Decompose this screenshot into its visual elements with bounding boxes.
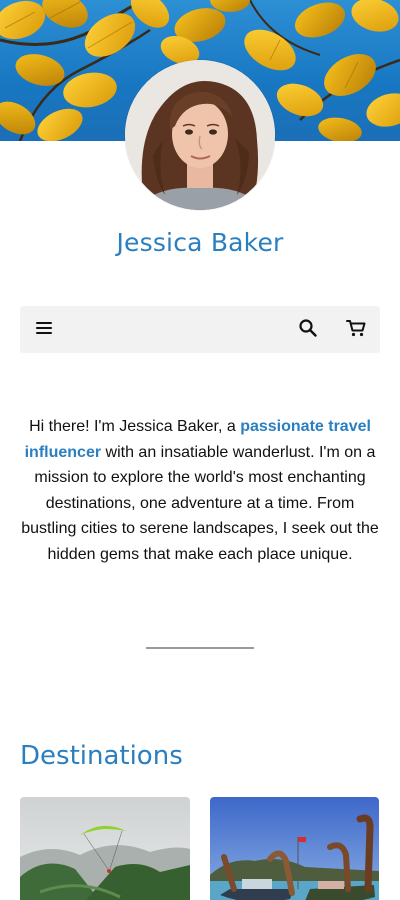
- destination-card-beach[interactable]: [210, 797, 379, 900]
- paragliding-image: [20, 797, 190, 900]
- destination-card-paragliding[interactable]: [20, 797, 190, 900]
- bio-intro: Hi there! I'm Jessica Baker, a: [29, 418, 241, 435]
- avatar: [125, 60, 275, 210]
- search-icon: [299, 318, 317, 342]
- cart-button[interactable]: [342, 316, 370, 344]
- divider: [146, 647, 254, 649]
- destinations-title: Destinations: [20, 741, 183, 771]
- search-button[interactable]: [294, 316, 322, 344]
- boats-image: [210, 797, 379, 900]
- navbar: [20, 306, 380, 353]
- menu-icon: [36, 321, 52, 340]
- menu-button[interactable]: [30, 316, 58, 344]
- bio-text: Hi there! I'm Jessica Baker, a passionat…: [20, 414, 380, 567]
- bio-rest: with an insatiable wanderlust. I'm on a …: [21, 443, 379, 563]
- cart-icon: [346, 319, 366, 342]
- profile-name: Jessica Baker: [116, 228, 284, 257]
- profile-page: Jessica Baker Hi there! I'm Jessica Bake…: [0, 0, 400, 900]
